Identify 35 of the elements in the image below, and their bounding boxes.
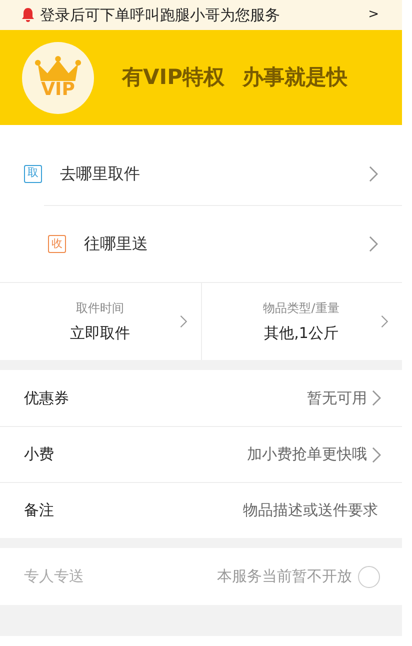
chevron-right-icon xyxy=(180,315,186,328)
option-cell[interactable]: 物品类型/重量 其他,1公斤 xyxy=(202,283,402,360)
address-label: 去哪里取件 xyxy=(60,162,141,184)
chevron-right-icon xyxy=(372,390,381,406)
crown-icon xyxy=(34,56,82,81)
option-value: 立即取件 xyxy=(70,322,130,344)
vip-banner[interactable]: VIP 有VIP特权 办事就是快 xyxy=(0,30,402,125)
dedicated-label: 专人专送 xyxy=(24,566,85,588)
address-tag: 取 xyxy=(24,164,42,182)
detail-row[interactable]: 小费 加小费抢单更快哦 xyxy=(0,426,402,482)
vip-slogan: 有VIP特权 办事就是快 xyxy=(122,64,348,91)
detail-label: 小费 xyxy=(24,444,55,466)
bell-icon xyxy=(20,7,36,23)
notice-bar[interactable]: 登录后可下单呼叫跑腿小哥为您服务 > xyxy=(0,0,402,30)
chevron-right-icon xyxy=(381,315,388,328)
notice-text: 登录后可下单呼叫跑腿小哥为您服务 xyxy=(40,4,281,26)
address-row[interactable]: 收 往哪里送 xyxy=(44,205,402,282)
detail-value: 物品描述或送件要求 xyxy=(243,500,378,522)
option-caption: 物品类型/重量 xyxy=(263,300,340,317)
detail-label: 优惠券 xyxy=(24,388,70,409)
detail-label: 备注 xyxy=(24,500,55,522)
detail-value: 暂无可用 xyxy=(307,388,367,409)
detail-value: 加小费抢单更快哦 xyxy=(247,444,367,466)
chevron-right-icon xyxy=(372,446,381,462)
dedicated-note: 本服务当前暂不开放 xyxy=(217,566,352,588)
address-row[interactable]: 取 去哪里取件 xyxy=(0,142,402,205)
address-label: 往哪里送 xyxy=(84,233,149,255)
vip-label: VIP xyxy=(41,81,75,99)
detail-row[interactable]: 优惠券 暂无可用 xyxy=(0,370,402,426)
option-value: 其他,1公斤 xyxy=(264,322,338,344)
option-caption: 取件时间 xyxy=(76,300,124,317)
notice-arrow: > xyxy=(368,6,379,24)
address-tag: 收 xyxy=(48,235,66,253)
chevron-right-icon xyxy=(369,166,378,182)
chevron-right-icon xyxy=(369,236,378,252)
